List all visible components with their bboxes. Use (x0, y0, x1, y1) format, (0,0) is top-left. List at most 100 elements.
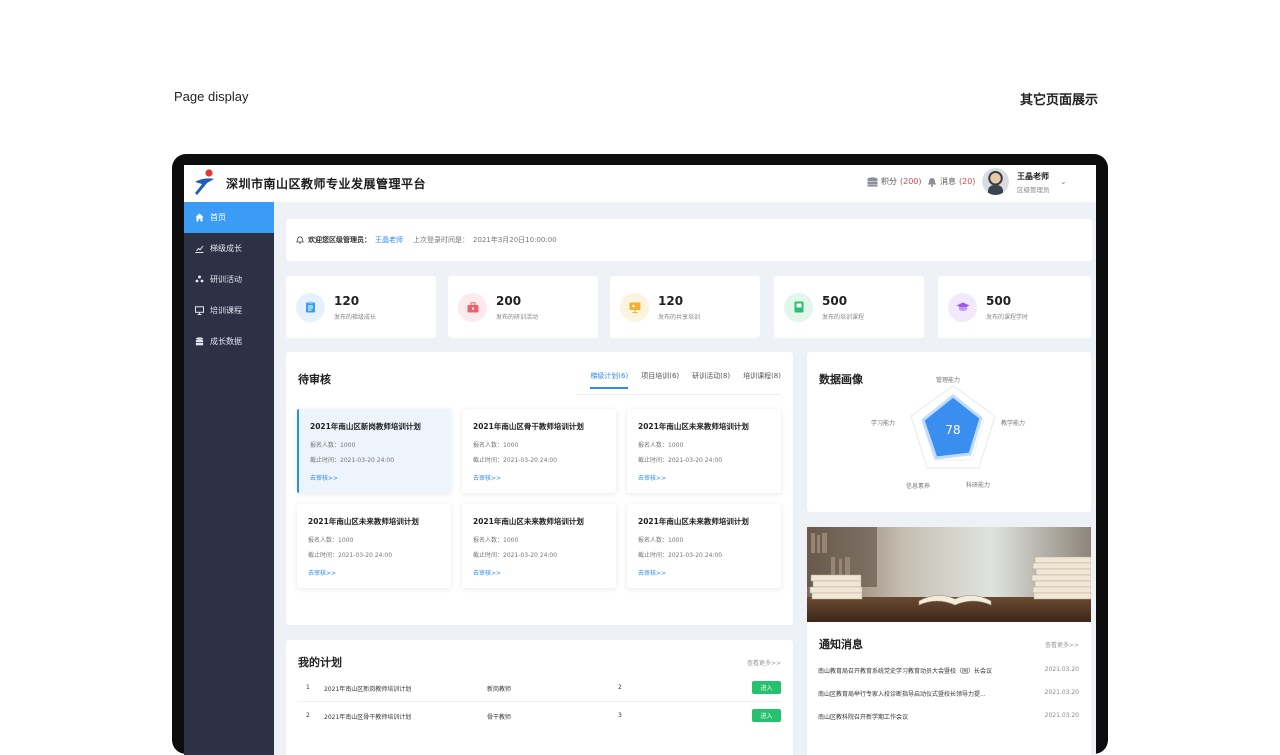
sidebar-item-data[interactable]: 成长数据 (184, 326, 274, 357)
review-card-deadline: 截止时间：2021-03-20 24:00 (310, 457, 395, 464)
sidebar-item-courses[interactable]: 培训课程 (184, 295, 274, 326)
review-card-title: 2021年南山区骨干教师培训计划 (473, 422, 584, 431)
user-name[interactable]: 王晶老师 (1017, 171, 1049, 182)
radar-chart: 78 (910, 385, 996, 469)
page-display-caption: Page display (174, 89, 249, 104)
last-login-label: 上次登录时间是： (413, 236, 469, 244)
review-link[interactable]: 去审核>> (308, 568, 440, 577)
review-link[interactable]: 去审核>> (310, 473, 440, 482)
last-login-time: 2021年3月20日10:00:00 (473, 236, 557, 244)
enter-button[interactable]: 进入 (752, 681, 781, 694)
axis-teaching: 教学能力 (1001, 420, 1026, 427)
review-card[interactable]: 2021年南山区未来教师培训计划 报名人数：1000 截止时间：2021-03-… (627, 409, 781, 493)
tab-step-plan[interactable]: 梯级计划(6) (590, 371, 628, 389)
welcome-name[interactable]: 王晶老师 (375, 235, 403, 245)
book-icon (784, 292, 813, 322)
review-card[interactable]: 2021年南山区新岗教师培训计划 报名人数：1000 截止时间：2021-03-… (297, 409, 451, 493)
review-card-enroll: 报名人数：1000 (638, 537, 684, 544)
review-card-deadline: 截止时间：2021-03-20 24:00 (473, 552, 558, 559)
review-link[interactable]: 去审核>> (638, 473, 770, 482)
sidebar-item-activities[interactable]: 研训活动 (184, 264, 274, 295)
other-pages-caption: 其它页面展示 (1019, 93, 1098, 108)
stat-card[interactable]: 500 发布的培训课程 (774, 276, 924, 338)
messages-indicator[interactable]: 消息 (20) (927, 176, 975, 187)
review-card-enroll: 报名人数：1000 (638, 442, 684, 449)
review-card[interactable]: 2021年南山区骨干教师培训计划 报名人数：1000 截止时间：2021-03-… (462, 409, 616, 493)
review-link[interactable]: 去审核>> (473, 473, 605, 482)
notice-item[interactable]: 南山教育局召开教育系统党史学习教育动员大会暨校（园）长会议 2021.03.20 (818, 666, 1079, 675)
chevron-down-icon[interactable]: ⌄ (1060, 177, 1067, 186)
review-card-deadline: 截止时间：2021-03-20 24:00 (473, 457, 558, 464)
notice-title: 通知消息 (819, 638, 863, 651)
review-card[interactable]: 2021年南山区未来教师培训计划 报名人数：1000 截止时间：2021-03-… (627, 504, 781, 588)
stat-card[interactable]: 200 发布的研训活动 (448, 276, 598, 338)
plan-more-link[interactable]: 查看更多>> (747, 658, 781, 667)
user-avatar[interactable] (982, 168, 1009, 195)
review-card-title: 2021年南山区未来教师培训计划 (473, 517, 584, 526)
sidebar-item-label: 梯级成长 (210, 244, 242, 253)
review-card-deadline: 截止时间：2021-03-20 24:00 (638, 552, 723, 559)
user-role: 区级管理员 (1017, 186, 1050, 194)
points-indicator[interactable]: 积分 (200) (867, 176, 922, 187)
device-frame: 深圳市南山区教师专业发展管理平台 积分 (200) 消息 (20) 王晶老师 区级管… (172, 154, 1108, 755)
table-row: 2 2021年南山区骨干教师培训计划 骨干教师 3 进入 (298, 709, 781, 723)
notice-text: 南山区教育局举行专家入校诊断指导启动仪式暨校长领导力提... (818, 691, 986, 698)
stat-value: 120 (658, 293, 684, 308)
portrait-title: 数据画像 (819, 373, 863, 386)
chart-icon (195, 244, 204, 253)
row-divider (298, 701, 781, 702)
database-icon (195, 337, 204, 346)
stat-card[interactable]: 120 发布的共享培训 (610, 276, 760, 338)
stat-label: 发布的共享培训 (658, 313, 701, 321)
plan-no: 2 (306, 712, 310, 719)
top-bar: 深圳市南山区教师专业发展管理平台 积分 (200) 消息 (20) 王晶老师 区级管… (184, 165, 1096, 202)
review-card-enroll: 报名人数：1000 (473, 442, 519, 449)
tab-activities[interactable]: 研训活动(8) (692, 371, 730, 381)
my-plan-panel: 我的计划 查看更多>> 1 2021年南山区新岗教师培训计划 新岗教师 2 进入… (286, 640, 793, 755)
library-banner-image (807, 527, 1091, 622)
data-portrait-panel: 数据画像 78 管理能力 教学能力 科研能力 信息素养 学习能力 (807, 352, 1091, 512)
sidebar-item-label: 首页 (210, 213, 226, 222)
clipboard-icon (296, 292, 325, 322)
welcome-bar: 欢迎您区级管理员： 王晶老师 上次登录时间是： 2021年3月20日10:00:… (286, 219, 1092, 261)
table-row: 1 2021年南山区新岗教师培训计划 新岗教师 2 进入 (298, 681, 781, 695)
app-screen: 深圳市南山区教师专业发展管理平台 积分 (200) 消息 (20) 王晶老师 区级管… (184, 165, 1096, 755)
tab-divider (576, 394, 781, 395)
notice-item[interactable]: 南山区教育局举行专家入校诊断指导启动仪式暨校长领导力提... 2021.03.20 (818, 689, 1079, 698)
stat-value: 500 (986, 293, 1012, 308)
review-link[interactable]: 去审核>> (638, 568, 770, 577)
review-card-title: 2021年南山区未来教师培训计划 (308, 517, 419, 526)
messages-value: (20) (959, 177, 976, 186)
stat-value: 120 (334, 293, 360, 308)
stat-label: 发布的梯级成长 (334, 313, 377, 321)
notice-panel: 通知消息 查看更多>> 南山教育局召开教育系统党史学习教育动员大会暨校（园）长会… (807, 622, 1091, 755)
review-card-enroll: 报名人数：1000 (473, 537, 519, 544)
tab-project-training[interactable]: 项目培训(6) (641, 371, 679, 381)
review-card[interactable]: 2021年南山区未来教师培训计划 报名人数：1000 截止时间：2021-03-… (462, 504, 616, 588)
sidebar-item-label: 研训活动 (210, 275, 242, 284)
enter-button[interactable]: 进入 (752, 709, 781, 722)
sidebar: 首页 梯级成长 研训活动 培训课程 成长数据 (184, 202, 274, 755)
notice-more-link[interactable]: 查看更多>> (1045, 640, 1079, 649)
platform-title: 深圳市南山区教师专业发展管理平台 (226, 177, 427, 191)
axis-management: 管理能力 (936, 377, 961, 384)
sidebar-item-growth[interactable]: 梯级成长 (184, 233, 274, 264)
tab-courses[interactable]: 培训课程(8) (743, 371, 781, 381)
review-card[interactable]: 2021年南山区未来教师培训计划 报名人数：1000 截止时间：2021-03-… (297, 504, 451, 588)
stat-card[interactable]: 120 发布的梯级成长 (286, 276, 436, 338)
coins-icon (867, 176, 878, 187)
notice-date: 2021.03.20 (1044, 689, 1079, 696)
pending-review-panel: 待审核 梯级计划(6) 项目培训(6) 研训活动(8) 培训课程(8) 2021… (286, 352, 793, 625)
sidebar-item-home[interactable]: 首页 (184, 202, 274, 233)
pending-title: 待审核 (298, 373, 331, 386)
radar-score: 78 (945, 423, 960, 437)
review-link[interactable]: 去审核>> (473, 568, 605, 577)
sidebar-item-label: 培训课程 (210, 306, 242, 315)
plan-title: 我的计划 (298, 656, 342, 669)
stat-card[interactable]: 500 发布的课程学时 (938, 276, 1091, 338)
bell-icon (928, 177, 936, 187)
sidebar-item-label: 成长数据 (210, 337, 242, 346)
review-card-deadline: 截止时间：2021-03-20 24:00 (308, 552, 393, 559)
stat-label: 发布的研训活动 (496, 313, 539, 321)
plan-count: 3 (618, 712, 622, 719)
